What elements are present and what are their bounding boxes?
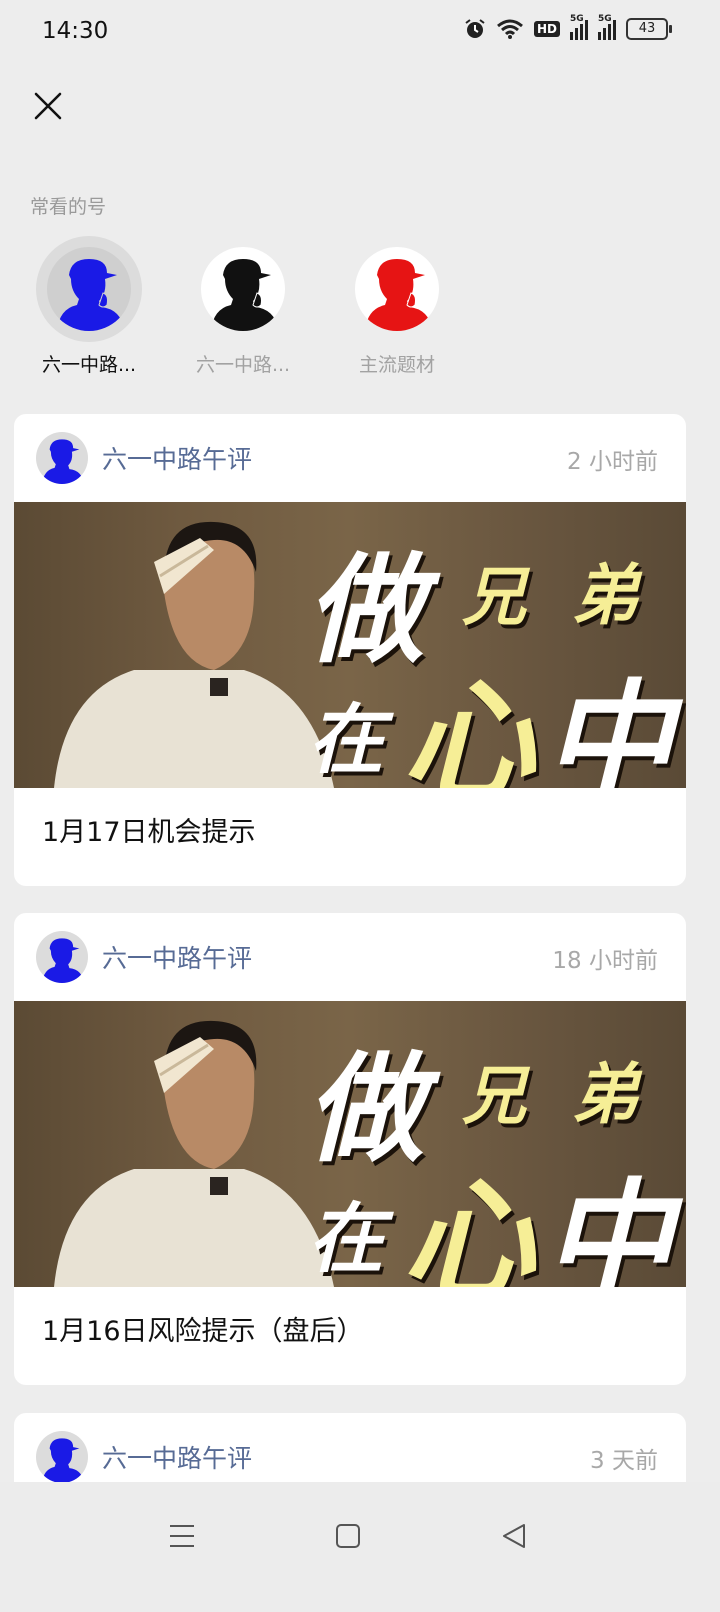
- cover-caption-char: 弟: [572, 1055, 638, 1133]
- man-portrait-illustration: [54, 1020, 334, 1287]
- close-icon: [34, 92, 62, 120]
- account-avatar[interactable]: [36, 931, 88, 983]
- cover-caption-char: 兄: [462, 1059, 526, 1134]
- publish-time: 18 小时前: [552, 948, 658, 974]
- article-card[interactable]: 六一中路午评 2 小时前 做 兄 弟 在 心 中 1月17日机会提示: [14, 414, 686, 886]
- avatar-ring: [344, 236, 450, 342]
- frequent-accounts-label: 常看的号: [30, 196, 107, 218]
- network-type-label: 5G: [570, 14, 584, 24]
- detective-silhouette-icon: [42, 439, 85, 484]
- article-cover-image[interactable]: 做 兄 弟 在 心 中: [14, 502, 686, 788]
- cover-caption-char: 在: [308, 1194, 384, 1283]
- publish-time: 2 小时前: [567, 449, 658, 475]
- account-avatar[interactable]: [36, 432, 88, 484]
- cover-caption-char: 中: [544, 1166, 673, 1287]
- triangle-back-icon: [503, 1524, 525, 1548]
- status-bar: 14:30 HD 5G 5G 43: [0, 0, 720, 64]
- detective-silhouette-icon: [57, 259, 125, 331]
- detective-silhouette-icon: [42, 938, 85, 983]
- cover-caption-char: 在: [308, 695, 384, 784]
- hd-voice-badge: HD: [533, 21, 560, 37]
- menu-icon: [170, 1525, 194, 1547]
- account-name[interactable]: 六一中路午评: [102, 440, 252, 476]
- man-portrait-illustration: [54, 521, 334, 788]
- article-title[interactable]: 1月17日机会提示: [14, 788, 686, 886]
- back-button[interactable]: [492, 1514, 536, 1558]
- cover-caption-char: 心: [402, 665, 534, 788]
- article-header: 六一中路午评 18 小时前: [14, 913, 686, 1001]
- network-type-label: 5G: [598, 14, 612, 24]
- cover-caption-char: 兄: [462, 560, 526, 635]
- favorite-account-name: 六一中路...: [195, 354, 291, 376]
- detective-silhouette-icon: [42, 1438, 85, 1482]
- favorite-account[interactable]: 六一中路...: [168, 236, 318, 377]
- status-icons: HD 5G 5G 43: [464, 14, 672, 40]
- close-button[interactable]: [28, 86, 68, 126]
- favorite-account-name: 主流题材: [358, 354, 435, 376]
- favorite-account-name: 六一中路...: [41, 354, 137, 376]
- avatar: [47, 247, 131, 331]
- article-header: 六一中路午评 3 天前: [14, 1413, 686, 1482]
- article-cover-image[interactable]: 做 兄 弟 在 心 中: [14, 1001, 686, 1287]
- account-name[interactable]: 六一中路午评: [102, 1439, 252, 1475]
- article-card[interactable]: 六一中路午评 18 小时前 做 兄 弟 在 心 中 1月16日风险提示（盘后）: [14, 913, 686, 1385]
- avatar: [201, 247, 285, 331]
- signal-icon: 5G: [570, 14, 588, 40]
- wifi-icon: [497, 19, 523, 39]
- publish-time: 3 天前: [590, 1448, 658, 1474]
- account-name[interactable]: 六一中路午评: [102, 939, 252, 975]
- square-home-icon: [336, 1524, 360, 1548]
- detective-silhouette-icon: [365, 259, 433, 331]
- system-navigation-bar: [0, 1482, 720, 1612]
- battery-icon: 43: [626, 18, 672, 40]
- avatar-ring: [36, 236, 142, 342]
- article-title[interactable]: 1月16日风险提示（盘后）: [14, 1287, 686, 1385]
- cover-caption-char: 中: [544, 667, 673, 788]
- menu-button[interactable]: [160, 1514, 204, 1558]
- signal-icon: 5G: [598, 14, 616, 40]
- cover-caption-char: 心: [402, 1164, 534, 1287]
- account-avatar[interactable]: [36, 1431, 88, 1482]
- article-header: 六一中路午评 2 小时前: [14, 414, 686, 502]
- detective-silhouette-icon: [211, 259, 279, 331]
- favorite-account[interactable]: 六一中路...: [14, 236, 164, 377]
- avatar-ring: [190, 236, 296, 342]
- avatar: [355, 247, 439, 331]
- favorite-account[interactable]: 主流题材: [322, 236, 472, 377]
- alarm-icon: [465, 19, 485, 38]
- home-button[interactable]: [326, 1514, 370, 1558]
- cover-caption-char: 弟: [572, 556, 638, 634]
- status-time: 14:30: [42, 18, 109, 44]
- article-card[interactable]: 六一中路午评 3 天前: [14, 1413, 686, 1482]
